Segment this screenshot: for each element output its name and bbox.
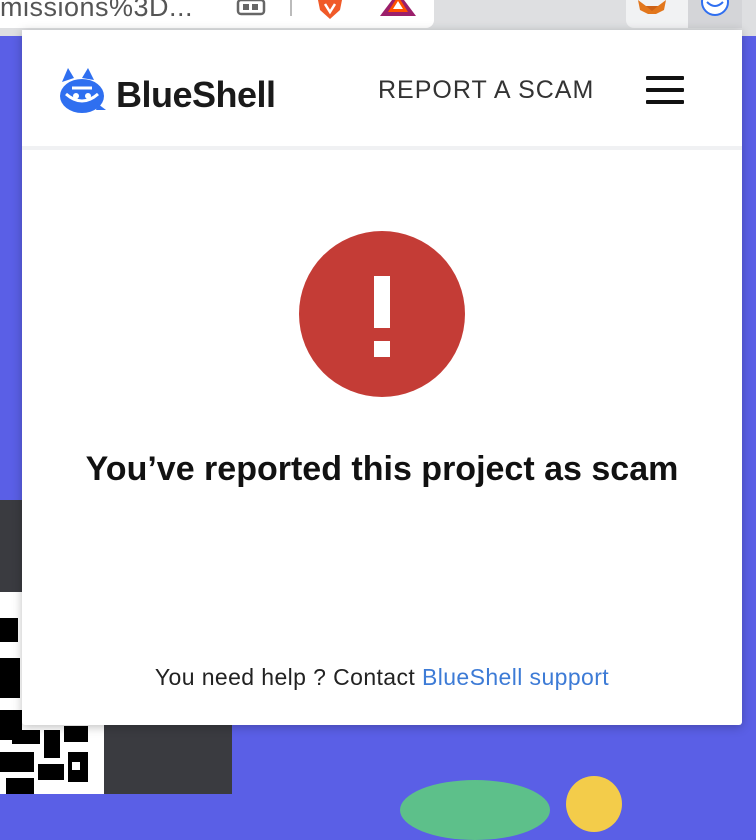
popup-header: BlueShell REPORT A SCAM bbox=[22, 30, 742, 150]
status-message: You’ve reported this project as scam bbox=[85, 450, 679, 488]
brave-icon[interactable] bbox=[316, 0, 344, 20]
blueshell-icon[interactable] bbox=[700, 0, 730, 16]
extension-popup: BlueShell REPORT A SCAM You’ve reported … bbox=[22, 30, 742, 725]
support-link[interactable]: BlueShell support bbox=[422, 664, 609, 690]
report-scam-link[interactable]: REPORT A SCAM bbox=[378, 76, 594, 105]
hamburger-icon bbox=[646, 76, 684, 80]
hamburger-menu-button[interactable] bbox=[646, 76, 684, 104]
metamask-icon[interactable] bbox=[636, 0, 668, 16]
toolbar-divider bbox=[290, 0, 292, 16]
url-text[interactable]: missions%3D... bbox=[0, 0, 193, 23]
brand-name[interactable]: BlueShell bbox=[116, 74, 276, 116]
background-shape-green bbox=[400, 780, 550, 840]
alert-exclamation-icon bbox=[299, 231, 465, 397]
background-shape-yellow bbox=[566, 776, 622, 832]
address-bar[interactable]: missions%3D... bbox=[0, 0, 434, 28]
blueshell-logo-icon[interactable] bbox=[58, 66, 108, 116]
help-text: You need help ? Contact bbox=[154, 664, 422, 690]
reader-mode-icon[interactable] bbox=[236, 0, 266, 16]
help-footer: You need help ? Contact BlueShell suppor… bbox=[22, 664, 742, 691]
bat-icon[interactable] bbox=[380, 0, 416, 18]
blueshell-extension-button[interactable] bbox=[688, 0, 742, 28]
